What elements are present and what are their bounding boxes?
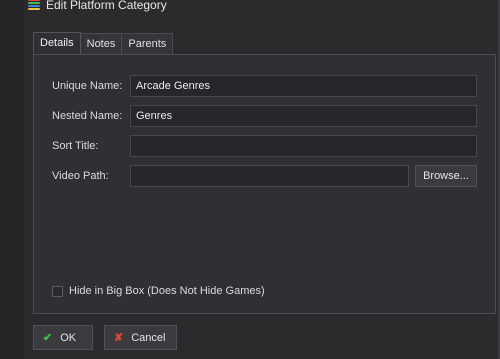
details-panel: Unique Name: Nested Name: Sort Title: Vi…: [33, 54, 496, 314]
checkmark-icon: ✔: [43, 332, 53, 344]
cancel-button[interactable]: ✘ Cancel: [104, 325, 177, 350]
titlebar: Edit Platform Category: [28, 0, 500, 14]
platform-stack-icon: [28, 0, 40, 11]
hide-in-bigbox-row[interactable]: Hide in Big Box (Does Not Hide Games): [52, 285, 265, 297]
tab-details[interactable]: Details: [33, 32, 81, 54]
ok-button[interactable]: ✔ OK: [33, 325, 93, 350]
tab-bar: Details Notes Parents: [33, 32, 174, 54]
window-title: Edit Platform Category: [46, 0, 167, 12]
hide-in-bigbox-checkbox[interactable]: [52, 285, 63, 297]
unique-name-row: Unique Name:: [52, 75, 477, 97]
ok-label: OK: [60, 331, 77, 344]
tab-parents[interactable]: Parents: [121, 33, 174, 54]
edit-platform-category-window: Edit Platform Category Details Notes Par…: [0, 0, 500, 359]
sort-title-input[interactable]: [130, 135, 477, 157]
video-path-label: Video Path:: [52, 170, 109, 182]
hide-in-bigbox-label: Hide in Big Box (Does Not Hide Games): [69, 285, 265, 297]
nested-name-input[interactable]: [130, 105, 477, 127]
tab-notes[interactable]: Notes: [79, 33, 123, 54]
window-left-edge: [0, 0, 24, 359]
sort-title-label: Sort Title:: [52, 140, 99, 152]
unique-name-input[interactable]: [130, 75, 477, 97]
cancel-label: Cancel: [131, 331, 166, 344]
video-path-input[interactable]: [130, 165, 409, 187]
nested-name-row: Nested Name:: [52, 105, 477, 127]
close-icon: ✘: [114, 332, 124, 344]
browse-button[interactable]: Browse...: [415, 165, 477, 187]
sort-title-row: Sort Title:: [52, 135, 477, 157]
nested-name-label: Nested Name:: [52, 110, 123, 122]
unique-name-label: Unique Name:: [52, 80, 123, 92]
video-path-row: Video Path: Browse...: [52, 165, 477, 187]
